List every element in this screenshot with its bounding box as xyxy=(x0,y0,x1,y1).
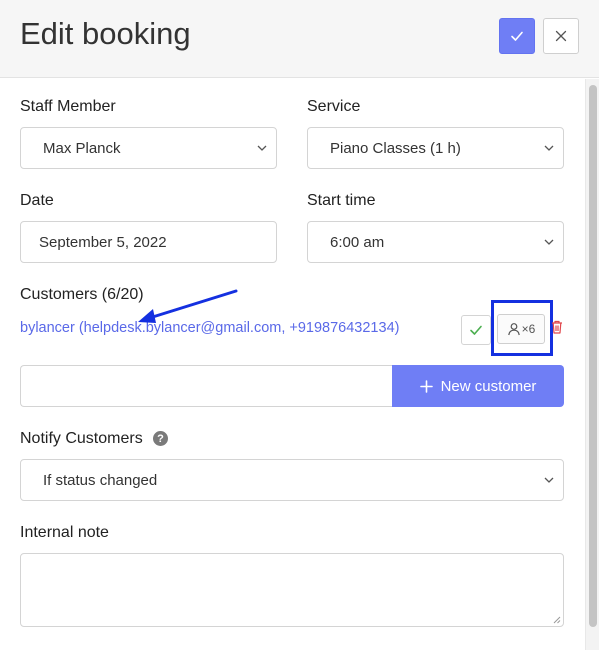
customer-search-input[interactable] xyxy=(20,365,393,407)
check-icon xyxy=(470,325,482,335)
persons-count: ×6 xyxy=(521,322,536,336)
notify-customers-value: If status changed xyxy=(43,471,158,489)
resize-grip-icon[interactable] xyxy=(552,615,561,624)
number-of-persons-button[interactable]: ×6 xyxy=(497,314,545,344)
internal-note-label: Internal note xyxy=(20,524,109,541)
plus-icon xyxy=(419,379,433,393)
user-icon xyxy=(507,323,520,336)
approve-button[interactable] xyxy=(461,315,491,345)
chevron-down-icon xyxy=(544,477,554,483)
notify-customers-label: Notify Customers xyxy=(20,430,143,447)
help-icon[interactable]: ? xyxy=(153,431,168,446)
new-customer-label: New customer xyxy=(440,377,537,395)
notify-customers-select[interactable]: If status changed xyxy=(20,459,564,501)
internal-note-textarea[interactable] xyxy=(20,553,564,627)
new-customer-button[interactable]: New customer xyxy=(392,365,564,407)
trash-icon[interactable] xyxy=(551,320,563,334)
